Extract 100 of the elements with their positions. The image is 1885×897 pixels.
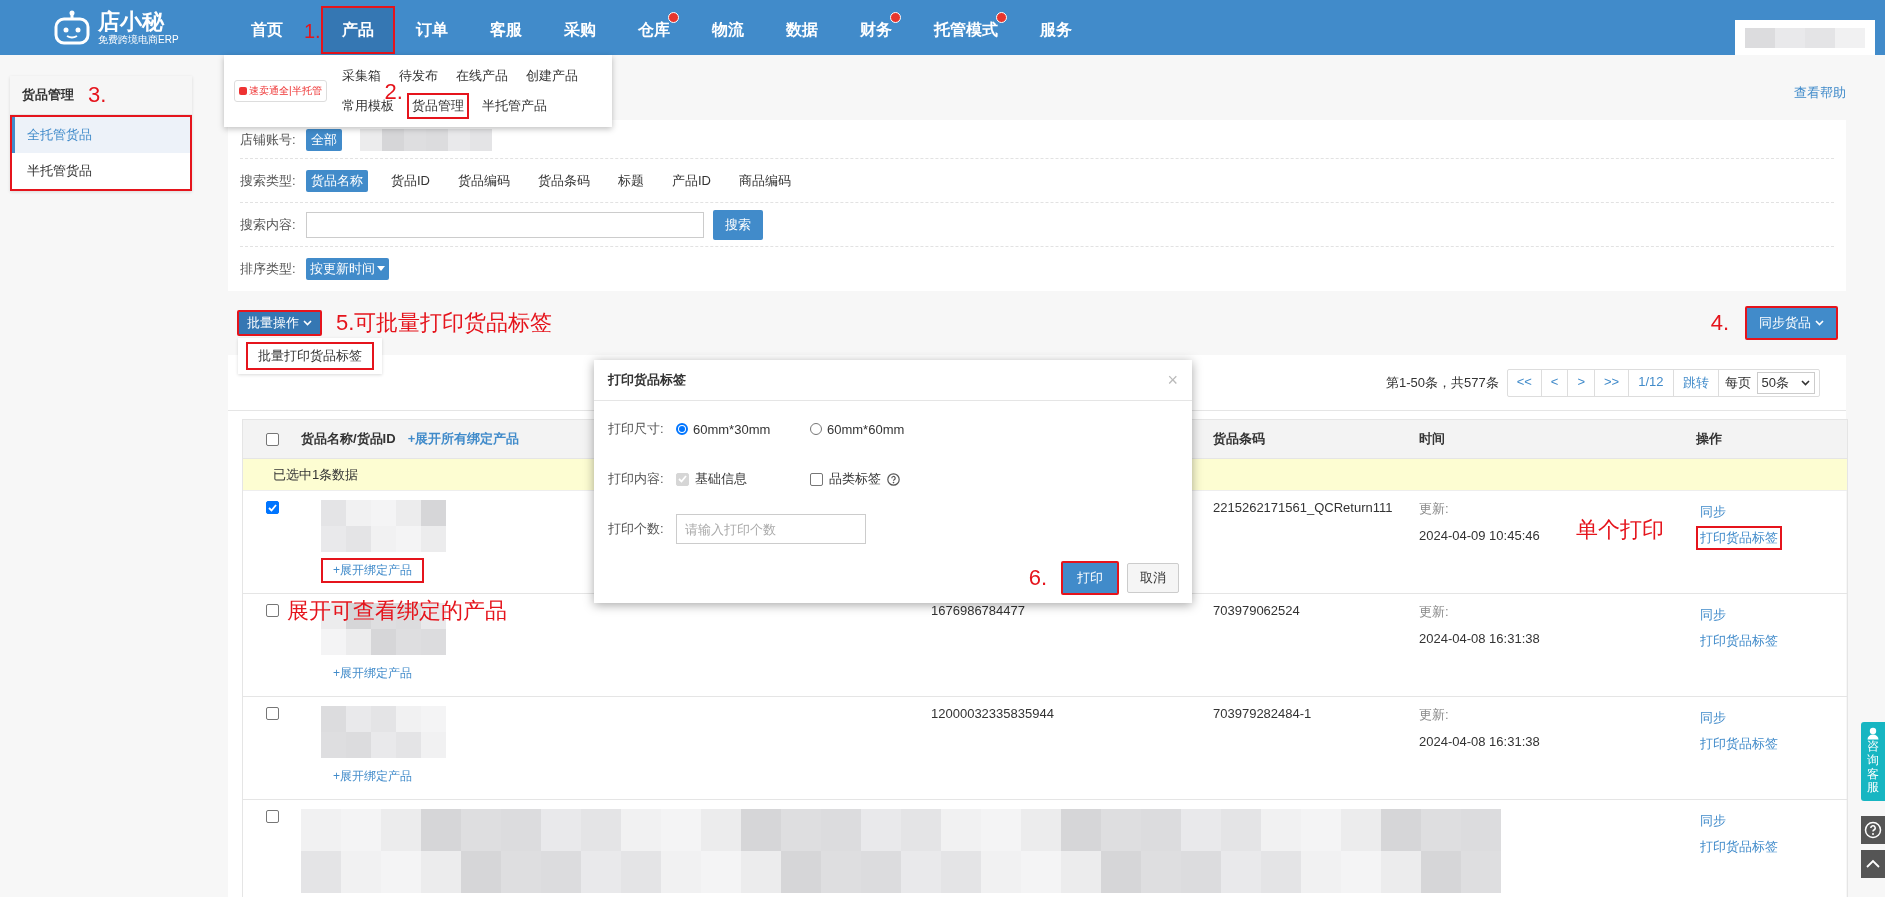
nav-tab[interactable]: 采购 (542, 6, 617, 54)
sync-button[interactable]: 同步货品 (1745, 306, 1838, 340)
caret-icon (377, 266, 385, 271)
radio-button[interactable] (676, 423, 688, 435)
selection-notice: 已选中1条数据 (273, 465, 359, 484)
filter-option[interactable]: 产品ID (667, 169, 716, 192)
sidebar-item[interactable]: 全托管货品 (12, 117, 190, 153)
nav-tab[interactable]: 订单 (394, 6, 469, 54)
sort-dropdown[interactable]: 按更新时间 (306, 257, 389, 280)
action-link[interactable]: 同步 (1696, 500, 1730, 524)
menu-item[interactable]: 半托管产品 (476, 93, 552, 119)
menu-item[interactable]: 创建产品 (520, 63, 583, 89)
expand-link[interactable]: +展开绑定产品 (321, 558, 424, 583)
nav-tab[interactable]: 数据 (764, 6, 839, 54)
column-header: 时间 (1419, 431, 1445, 446)
table-cell: 2024-04-08 16:31:38 (1419, 631, 1540, 646)
nav-tab[interactable]: 托管模式 (912, 6, 1019, 54)
table-cell: 703979282484-1 (1213, 706, 1312, 721)
page-button[interactable]: >> (1595, 369, 1630, 396)
column-header: 货品名称/货品ID (301, 430, 396, 448)
action-link[interactable]: 同步 (1696, 809, 1730, 833)
close-button[interactable]: × (1167, 369, 1178, 391)
expand-link[interactable]: +展开绑定产品 (321, 764, 424, 789)
filter-option[interactable]: 货品条码 (533, 169, 595, 192)
size-option[interactable]: 60mm*30mm (676, 421, 810, 437)
action-link[interactable]: 打印货品标签 (1696, 835, 1782, 859)
robot-logo-icon (52, 9, 92, 46)
step-annotation: 3. (88, 84, 107, 106)
help-icon[interactable] (887, 472, 900, 486)
action-link[interactable]: 打印货品标签 (1696, 629, 1782, 653)
filter-label: 搜索类型: (240, 171, 297, 190)
filter-option[interactable]: 货品编码 (453, 169, 515, 192)
action-link[interactable]: 打印货品标签 (1696, 526, 1782, 550)
filter-option[interactable]: 商品编码 (734, 169, 796, 192)
chevron-down-icon (1815, 320, 1824, 326)
nav-tab[interactable]: 财务 (838, 6, 913, 54)
step-annotation: 1. (304, 20, 321, 41)
checkbox[interactable] (265, 810, 279, 823)
customer-service-tab[interactable]: 咨 询 客 服 (1861, 722, 1885, 802)
filter-label: 店铺账号: (240, 131, 297, 149)
search-button[interactable]: 搜索 (713, 209, 763, 240)
filter-option[interactable]: 标题 (613, 169, 649, 192)
table-cell: 703979062524 (1213, 603, 1300, 618)
platform-badge[interactable]: 速卖通全|半托管 (234, 80, 327, 102)
filter-option[interactable]: 货品名称 (306, 169, 368, 192)
sidebar-item[interactable]: 半托管货品 (12, 153, 190, 189)
time-label: 更新: (1419, 706, 1449, 724)
help-link[interactable]: 查看帮助 (1794, 83, 1846, 102)
nav-tab[interactable]: 客服 (468, 6, 543, 54)
field-label: 打印个数: (608, 520, 665, 538)
nav-tab[interactable]: 物流 (690, 6, 765, 54)
checkbox[interactable] (265, 501, 279, 514)
field-label: 打印内容: (608, 470, 665, 488)
batch-actions-button[interactable]: 批量操作 (237, 310, 322, 336)
page-button[interactable]: < (1541, 369, 1569, 396)
print-button[interactable]: 打印 (1061, 561, 1119, 595)
scroll-top-icon[interactable] (1861, 850, 1885, 878)
nav-tab[interactable]: 服务 (1018, 6, 1093, 54)
column-header: 货品条码 (1213, 431, 1265, 446)
action-link[interactable]: 同步 (1696, 706, 1730, 730)
menu-item[interactable]: 在线产品 (450, 63, 513, 89)
help-icon[interactable] (1861, 816, 1885, 844)
page-button[interactable]: << (1507, 369, 1542, 396)
step-annotation: 5.可批量打印货品标签 (336, 312, 553, 334)
checkbox[interactable] (265, 707, 279, 720)
checkbox[interactable] (265, 433, 279, 446)
expand-link[interactable]: +展开绑定产品 (321, 661, 424, 686)
page-button[interactable]: > (1568, 369, 1596, 396)
step-annotation: 4. (1710, 312, 1729, 334)
menu-item[interactable]: 采集箱 (336, 63, 386, 89)
nav-tab[interactable]: 首页 (230, 6, 304, 54)
action-link[interactable]: 打印货品标签 (1696, 732, 1782, 756)
size-option[interactable]: 60mm*60mm (810, 421, 944, 437)
step-annotation: 6. (1028, 567, 1047, 589)
filter-label: 排序类型: (240, 259, 297, 278)
filter-label: 搜索内容: (240, 215, 297, 234)
checkbox[interactable] (810, 472, 823, 486)
jump-link[interactable]: 跳转 (1673, 369, 1719, 396)
dialog-title: 打印货品标签 (608, 371, 686, 389)
table-cell: 2215262171561_QCReturn111 (1213, 500, 1393, 515)
radio-button[interactable] (810, 423, 822, 435)
count-field[interactable]: 请输入打印个数 (676, 514, 866, 544)
table-cell: 2024-04-08 16:31:38 (1419, 734, 1540, 749)
time-label: 更新: (1419, 500, 1449, 518)
action-link[interactable]: 同步 (1696, 603, 1730, 627)
checkbox[interactable] (265, 604, 279, 617)
search-field[interactable] (306, 211, 704, 238)
step-annotation: 单个打印 (1576, 519, 1664, 541)
filter-option[interactable]: 全部 (306, 129, 342, 151)
logo-text: 店小秘 (98, 10, 166, 33)
expand-all-link[interactable]: +展开所有绑定产品 (407, 430, 520, 448)
sidebar-title: 货品管理 (22, 86, 74, 104)
filter-option[interactable]: 货品ID (386, 169, 435, 192)
per-page-select[interactable]: 50条 (1756, 371, 1815, 394)
menu-item[interactable]: 批量打印货品标签 (246, 342, 374, 370)
nav-tab[interactable]: 仓库 (616, 6, 691, 54)
annotation-note: 展开可查看绑定的产品 (287, 600, 507, 622)
cancel-button[interactable]: 取消 (1127, 563, 1179, 593)
nav-tab[interactable]: 产品 (320, 6, 395, 54)
column-header: 操作 (1696, 431, 1722, 446)
